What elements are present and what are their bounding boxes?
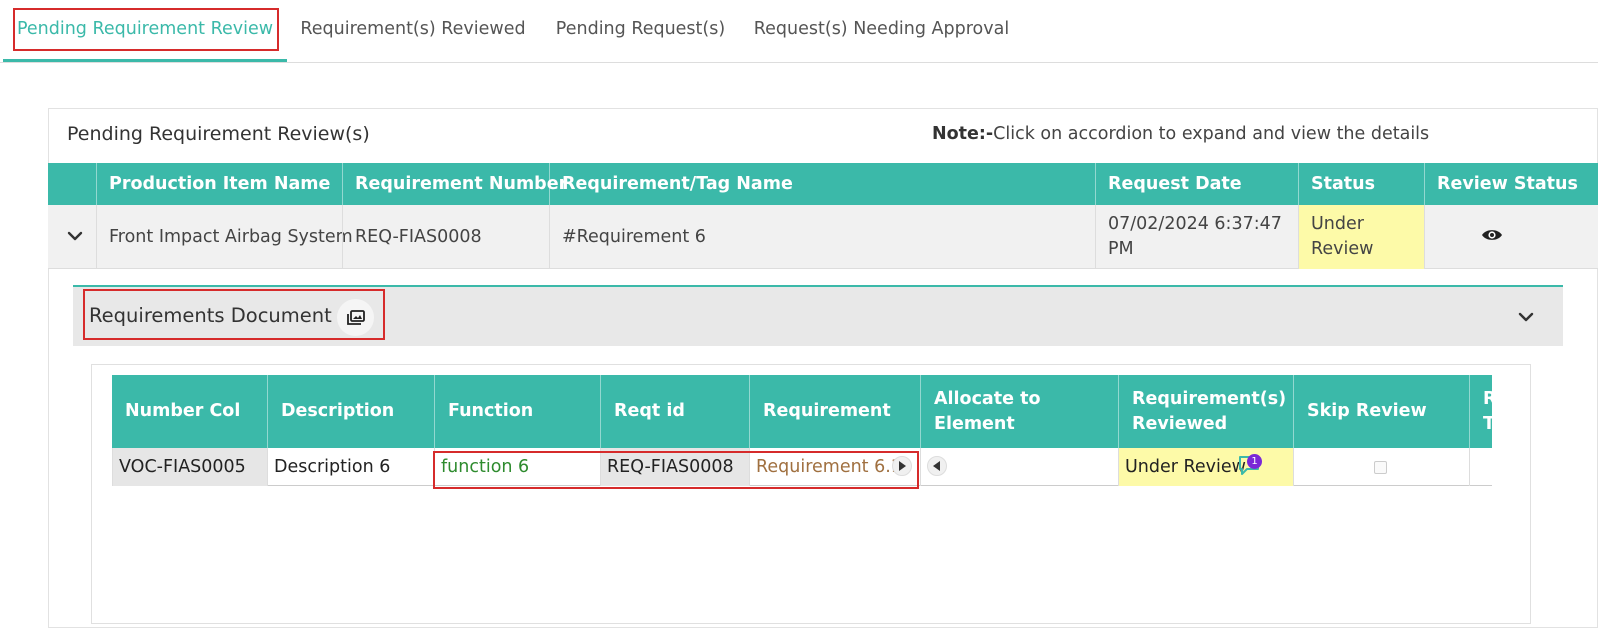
cell-request-date: 07/02/2024 6:37:47 PM <box>1095 205 1298 269</box>
requirements-table: Number Col Description Function Reqt id … <box>112 375 1492 487</box>
requirements-document-accordion[interactable]: Requirements Document <box>73 285 1563 346</box>
note-text: Click on accordion to expand and view th… <box>993 124 1430 144</box>
caret-left-icon[interactable] <box>927 456 947 476</box>
cell-review-status <box>1424 205 1598 269</box>
panel-note: Note:-Click on accordion to expand and v… <box>932 124 1429 144</box>
grid-header: Production Item Name Requirement Number … <box>48 163 1598 205</box>
tab-requirements-reviewed[interactable]: Requirement(s) Reviewed <box>298 0 528 62</box>
col-review-status[interactable]: Review Status <box>1424 163 1598 205</box>
col-requirement-number[interactable]: Requirement Number <box>342 163 567 205</box>
table-row[interactable]: VOC-FIAS0005 Description 6 function 6 RE… <box>112 448 1492 486</box>
cell-allocate-to-element[interactable] <box>920 448 1118 486</box>
tab-pending-requirement-review[interactable]: Pending Requirement Review <box>3 0 287 62</box>
tab-pending-requests[interactable]: Pending Request(s) <box>549 0 732 62</box>
col-status[interactable]: Status <box>1298 163 1424 205</box>
accordion-title: Requirements Document <box>89 304 332 327</box>
col-number[interactable]: Number Col <box>112 375 267 448</box>
note-label: Note:- <box>932 124 994 144</box>
cell-function[interactable]: function 6 <box>434 448 600 486</box>
cell-reviewed-status: Under Review <box>1118 448 1293 486</box>
eye-icon[interactable] <box>1481 227 1503 243</box>
status-badge: Under Review <box>1298 205 1424 269</box>
col-allocate-to-element[interactable]: Allocate to Element <box>920 375 1118 448</box>
col-skip-review[interactable]: Skip Review <box>1293 375 1469 448</box>
col-request-date[interactable]: Request Date <box>1095 163 1298 205</box>
col-truncated[interactable]: R T <box>1469 375 1492 448</box>
tab-bar: Pending Requirement Review Requirement(s… <box>0 0 1598 63</box>
cell-description: Description 6 <box>267 448 434 486</box>
cell-number: VOC-FIAS0005 <box>112 448 267 486</box>
cell-truncated <box>1469 448 1492 486</box>
panel-title: Pending Requirement Review(s) <box>67 123 370 145</box>
cell-production-item-name: Front Impact Airbag System <box>96 205 353 269</box>
col-description[interactable]: Description <box>267 375 434 448</box>
col-reqt-id[interactable]: Reqt id <box>600 375 749 448</box>
cell-reqt-id: REQ-FIAS0008 <box>600 448 749 486</box>
requirements-table-header: Number Col Description Function Reqt id … <box>112 375 1492 448</box>
chevron-down-icon[interactable] <box>1516 307 1536 327</box>
col-requirements-reviewed[interactable]: Requirement(s) Reviewed <box>1118 375 1293 448</box>
caret-right-icon[interactable] <box>892 456 912 476</box>
image-gallery-icon[interactable] <box>337 299 374 336</box>
tab-requests-needing-approval[interactable]: Request(s) Needing Approval <box>752 0 1011 62</box>
col-production-item-name[interactable]: Production Item Name <box>96 163 342 205</box>
comment-count-badge: 1 <box>1247 454 1262 469</box>
col-function[interactable]: Function <box>434 375 600 448</box>
cell-tag-name: #Requirement 6 <box>549 205 1095 269</box>
col-requirement-tag-name[interactable]: Requirement/Tag Name <box>549 163 1095 205</box>
grid-header-expand <box>48 163 96 205</box>
chevron-down-icon[interactable] <box>66 227 84 245</box>
table-row[interactable]: Front Impact Airbag System REQ-FIAS0008 … <box>48 205 1598 269</box>
col-requirement[interactable]: Requirement <box>749 375 920 448</box>
skip-review-checkbox[interactable] <box>1374 461 1387 474</box>
cell-requirement-number: REQ-FIAS0008 <box>342 205 549 269</box>
